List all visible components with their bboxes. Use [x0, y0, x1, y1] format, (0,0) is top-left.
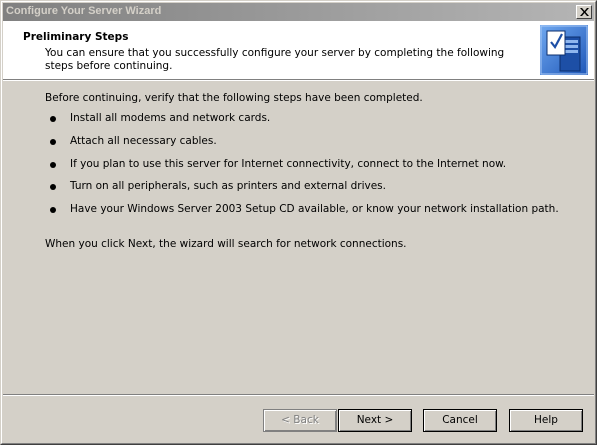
- step-text: Have your Windows Server 2003 Setup CD a…: [70, 203, 559, 215]
- page-title: Preliminary Steps: [23, 31, 129, 43]
- step-text: Attach all necessary cables.: [70, 135, 217, 147]
- button-separator: [3, 394, 594, 396]
- window-title: Configure Your Server Wizard: [6, 5, 162, 17]
- bullet-icon: [50, 162, 56, 168]
- bullet-icon: [50, 139, 56, 145]
- wizard-window: Configure Your Server Wizard Preliminary…: [0, 0, 597, 445]
- page-description: You can ensure that you successfully con…: [45, 47, 505, 72]
- cancel-button[interactable]: Cancel: [423, 409, 497, 432]
- title-bar[interactable]: Configure Your Server Wizard: [3, 3, 594, 21]
- next-button[interactable]: Next >: [338, 409, 412, 432]
- bullet-icon: [50, 116, 56, 122]
- close-icon: [580, 8, 589, 16]
- help-button[interactable]: Help: [509, 409, 583, 432]
- intro-text: Before continuing, verify that the follo…: [45, 92, 423, 104]
- outro-text: When you click Next, the wizard will sea…: [45, 238, 407, 250]
- wizard-content: Before continuing, verify that the follo…: [3, 81, 594, 393]
- server-checklist-icon: [540, 25, 588, 75]
- step-text: Install all modems and network cards.: [70, 112, 271, 124]
- close-button[interactable]: [576, 5, 592, 19]
- wizard-header: Preliminary Steps You can ensure that yo…: [3, 21, 594, 79]
- bullet-icon: [50, 207, 56, 213]
- step-text: Turn on all peripherals, such as printer…: [70, 180, 386, 192]
- step-text: If you plan to use this server for Inter…: [70, 158, 507, 170]
- back-button[interactable]: < Back: [263, 409, 337, 432]
- bullet-icon: [50, 184, 56, 190]
